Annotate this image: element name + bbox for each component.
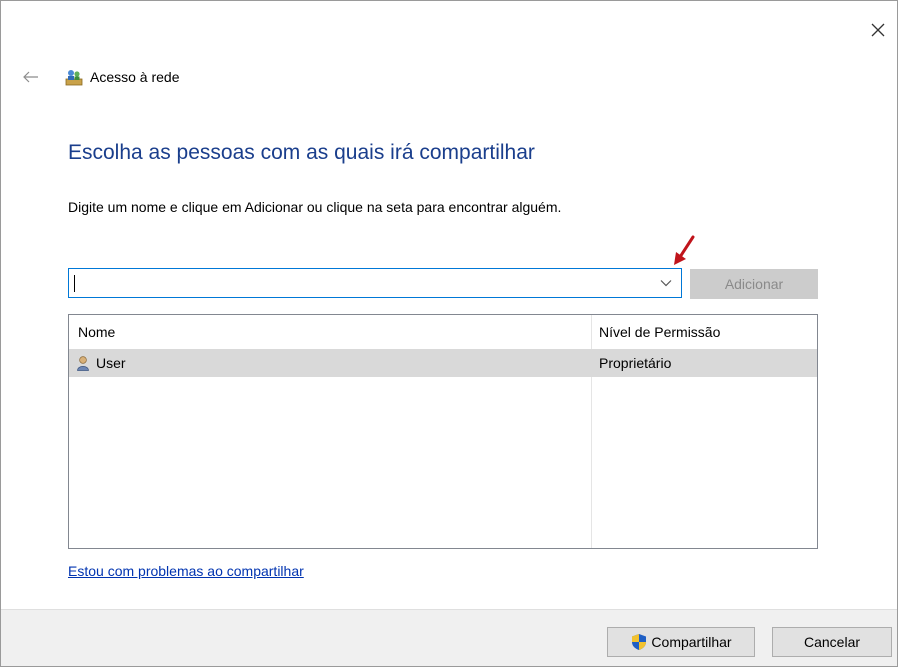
sharing-help-link[interactable]: Estou com problemas ao compartilhar — [68, 563, 304, 579]
uac-shield-icon — [632, 634, 647, 650]
back-arrow-icon — [23, 71, 38, 83]
dropdown-button[interactable] — [655, 273, 677, 293]
share-button[interactable]: Compartilhar — [607, 627, 755, 657]
nav-header: Acesso à rede — [23, 65, 180, 89]
dialog-footer: Compartilhar Cancelar — [1, 609, 897, 666]
name-input[interactable] — [69, 269, 661, 297]
network-users-icon — [65, 70, 83, 86]
window-title: Acesso à rede — [90, 69, 180, 85]
add-button[interactable]: Adicionar — [690, 269, 818, 299]
close-button[interactable] — [863, 15, 893, 45]
annotation-arrow-icon — [674, 235, 695, 265]
table-row[interactable]: User Proprietário — [69, 349, 817, 377]
share-button-label: Compartilhar — [651, 634, 732, 650]
permissions-table: Nome Nível de Permissão User Proprietári… — [68, 314, 818, 549]
cancel-button[interactable]: Cancelar — [772, 627, 892, 657]
back-button[interactable] — [23, 69, 43, 85]
column-header-permission[interactable]: Nível de Permissão — [599, 315, 720, 349]
name-combobox[interactable] — [68, 268, 682, 298]
text-caret — [74, 275, 75, 292]
user-name: User — [96, 355, 126, 371]
column-header-name[interactable]: Nome — [78, 315, 115, 349]
permission-cell[interactable]: Proprietário — [599, 349, 671, 377]
share-dialog: Acesso à rede Escolha as pessoas com as … — [0, 0, 898, 667]
page-heading: Escolha as pessoas com as quais irá comp… — [68, 141, 535, 164]
instruction-text: Digite um nome e clique em Adicionar ou … — [68, 199, 562, 215]
chevron-down-icon — [660, 280, 672, 287]
user-name-cell: User — [76, 349, 126, 377]
user-icon — [77, 356, 89, 371]
close-icon — [871, 23, 885, 37]
